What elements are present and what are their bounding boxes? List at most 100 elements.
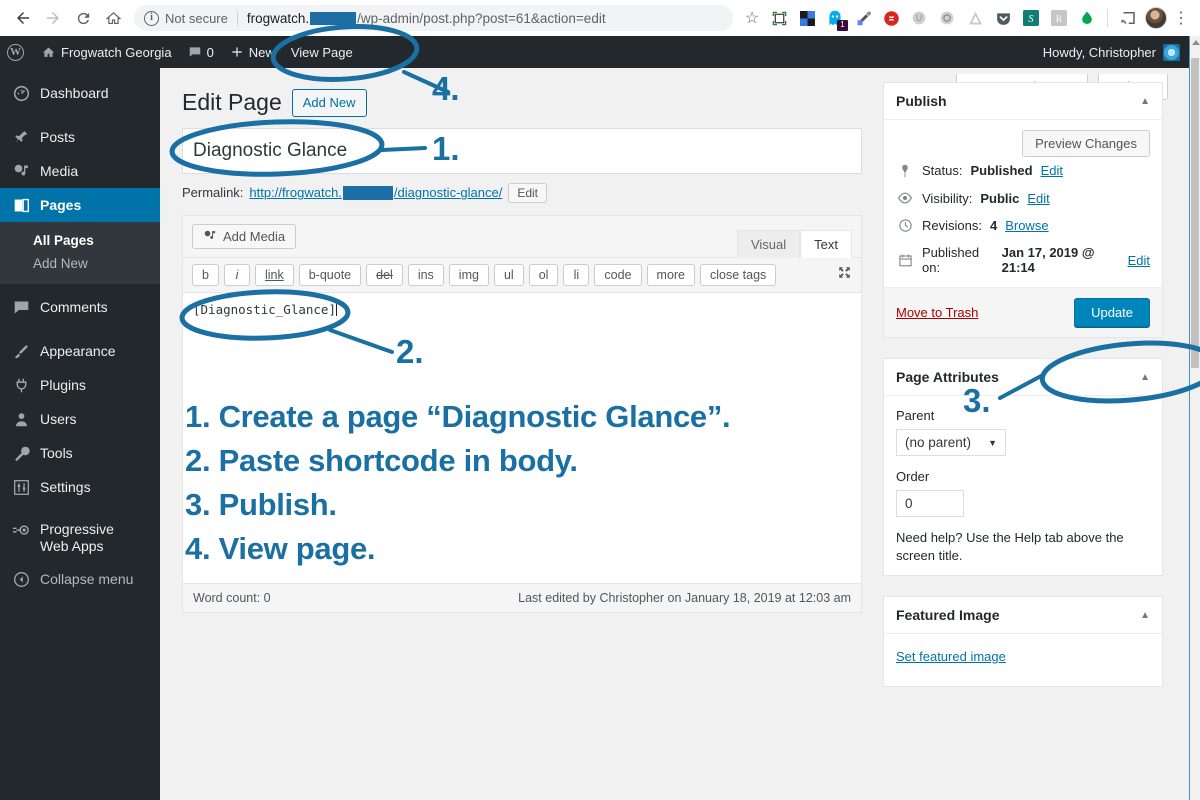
toggle-panel-icon[interactable]: ▲ bbox=[1140, 372, 1150, 383]
ublock-extension-icon[interactable]: U bbox=[906, 5, 932, 31]
publish-actions: Move to Trash Update bbox=[884, 287, 1162, 337]
stylish-extension-icon[interactable]: S bbox=[1018, 5, 1044, 31]
toggle-panel-icon[interactable]: ▲ bbox=[1140, 610, 1150, 621]
sidebar-item-add-new-page[interactable]: Add New bbox=[0, 252, 160, 275]
screenshot-extension-icon[interactable] bbox=[766, 5, 792, 31]
wordpress-logo-icon[interactable]: W bbox=[0, 36, 33, 68]
update-button[interactable]: Update bbox=[1074, 298, 1150, 327]
sliders-icon bbox=[11, 477, 31, 497]
scroll-up-arrow-icon[interactable] bbox=[1192, 40, 1200, 45]
publish-box-header[interactable]: Publish ▲ bbox=[884, 83, 1162, 120]
set-featured-image-link[interactable]: Set featured image bbox=[896, 649, 1006, 664]
address-bar[interactable]: i Not secure frogwatch. /wp-admin/post.p… bbox=[134, 5, 733, 31]
fullscreen-icon[interactable] bbox=[837, 265, 852, 285]
star-icon[interactable]: ☆ bbox=[739, 8, 765, 28]
adblock-extension-icon[interactable] bbox=[878, 5, 904, 31]
quicktag-ins[interactable]: ins bbox=[407, 263, 444, 286]
featured-image-header[interactable]: Featured Image ▲ bbox=[884, 597, 1162, 634]
sidebar-item-appearance[interactable]: Appearance bbox=[0, 334, 160, 368]
instruction-line-3: 3. Publish. bbox=[185, 487, 337, 522]
url-divider bbox=[236, 10, 238, 26]
page-title: Edit Page bbox=[182, 89, 282, 115]
visibility-edit-link[interactable]: Edit bbox=[1027, 191, 1049, 206]
move-to-trash-link[interactable]: Move to Trash bbox=[896, 305, 978, 320]
permalink-link[interactable]: http://frogwatch. /diagnostic-glance/ bbox=[249, 185, 502, 200]
toggle-panel-icon[interactable]: ▲ bbox=[1140, 96, 1150, 107]
tab-text[interactable]: Text bbox=[800, 229, 852, 258]
quicktag-del[interactable]: del bbox=[366, 263, 403, 286]
privacy-extension-icon[interactable] bbox=[934, 5, 960, 31]
reload-icon[interactable] bbox=[68, 3, 98, 33]
new-content-link[interactable]: New bbox=[222, 36, 283, 68]
green-drop-extension-icon[interactable] bbox=[1074, 5, 1100, 31]
edit-permalink-button[interactable]: Edit bbox=[508, 182, 548, 203]
featured-image-title: Featured Image bbox=[896, 607, 1000, 623]
sidebar-item-users[interactable]: Users bbox=[0, 402, 160, 436]
sidebar-item-tools[interactable]: Tools bbox=[0, 436, 160, 470]
home-icon[interactable] bbox=[98, 3, 128, 33]
avast-extension-icon[interactable] bbox=[962, 5, 988, 31]
quicktag-ul[interactable]: ul bbox=[493, 263, 524, 286]
sidebar-item-posts[interactable]: Posts bbox=[0, 120, 160, 154]
not-secure-info-icon[interactable]: i bbox=[144, 10, 159, 26]
cast-icon[interactable] bbox=[1115, 5, 1141, 31]
grey-r-extension-icon[interactable]: R bbox=[1046, 5, 1072, 31]
comments-link[interactable]: 0 bbox=[180, 36, 222, 68]
quicktag-li[interactable]: li bbox=[563, 263, 590, 286]
order-input[interactable]: 0 bbox=[896, 490, 964, 517]
security-label: Not secure bbox=[165, 10, 228, 26]
quicktag-link[interactable]: link bbox=[254, 263, 294, 286]
quicktag-more[interactable]: more bbox=[646, 263, 696, 286]
revisions-browse-link[interactable]: Browse bbox=[1005, 218, 1048, 233]
page-attributes-body: Parent (no parent) ▼ Order 0 Need help? … bbox=[884, 396, 1162, 575]
parent-select[interactable]: (no parent) ▼ bbox=[896, 429, 1006, 456]
quicktag-b[interactable]: b bbox=[192, 263, 219, 286]
add-new-page-button[interactable]: Add New bbox=[291, 88, 367, 118]
quicktag-code[interactable]: code bbox=[594, 263, 642, 286]
page-attributes-box: Page Attributes ▲ Parent (no parent) ▼ O… bbox=[883, 358, 1163, 576]
account-area[interactable]: Howdy, Christopher bbox=[1043, 36, 1190, 68]
forward-icon[interactable] bbox=[38, 3, 68, 33]
sidebar-item-comments[interactable]: Comments bbox=[0, 290, 160, 324]
tab-visual[interactable]: Visual bbox=[736, 229, 801, 258]
pixel-extension-icon[interactable] bbox=[794, 5, 820, 31]
media-icon bbox=[11, 161, 31, 181]
preview-changes-button[interactable]: Preview Changes bbox=[1022, 130, 1150, 157]
status-edit-link[interactable]: Edit bbox=[1041, 163, 1063, 178]
sidebar-item-label: Pages bbox=[40, 197, 82, 213]
new-label: New bbox=[248, 44, 275, 60]
page-attributes-header[interactable]: Page Attributes ▲ bbox=[884, 359, 1162, 396]
page-scrollbar[interactable] bbox=[1190, 36, 1200, 800]
permalink-prefix: http://frogwatch. bbox=[249, 185, 342, 201]
collapse-menu-button[interactable]: Collapse menu bbox=[0, 562, 160, 596]
site-name-link[interactable]: Frogwatch Georgia bbox=[33, 36, 180, 68]
published-on-edit-link[interactable]: Edit bbox=[1128, 253, 1150, 268]
sidebar-item-plugins[interactable]: Plugins bbox=[0, 368, 160, 402]
sidebar-item-all-pages[interactable]: All Pages bbox=[0, 229, 160, 252]
view-page-link[interactable]: View Page bbox=[283, 36, 361, 68]
kebab-menu-icon[interactable]: ⋮ bbox=[1170, 8, 1192, 28]
pocket-extension-icon[interactable] bbox=[990, 5, 1016, 31]
quicktag-img[interactable]: img bbox=[448, 263, 489, 286]
quicktag-ol[interactable]: ol bbox=[528, 263, 559, 286]
profile-avatar[interactable] bbox=[1143, 5, 1169, 31]
scrollbar-thumb[interactable] bbox=[1191, 58, 1199, 368]
quicktag-close-tags[interactable]: close tags bbox=[700, 263, 777, 286]
page-title-field[interactable]: Diagnostic Glance bbox=[182, 127, 862, 174]
quicktag-i[interactable]: i bbox=[223, 263, 250, 286]
sidebar-item-dashboard[interactable]: Dashboard bbox=[0, 76, 160, 110]
instruction-line-2: 2. Paste shortcode in body. bbox=[185, 443, 578, 478]
url-host: frogwatch. bbox=[246, 10, 310, 26]
back-icon[interactable] bbox=[8, 3, 38, 33]
add-media-button[interactable]: Add Media bbox=[192, 223, 297, 249]
quicktag-b-quote[interactable]: b-quote bbox=[298, 263, 362, 286]
sidebar-item-media[interactable]: Media bbox=[0, 154, 160, 188]
sidebar-item-pages[interactable]: Pages bbox=[0, 188, 160, 222]
colorzilla-extension-icon[interactable] bbox=[850, 5, 876, 31]
comment-count: 0 bbox=[206, 44, 214, 60]
site-name-label: Frogwatch Georgia bbox=[61, 44, 172, 60]
ghostery-extension-icon[interactable]: 1 bbox=[822, 5, 848, 31]
sidebar-item-progressive-web-apps[interactable]: Progressive Web Apps bbox=[0, 514, 160, 558]
visibility-row: Visibility: Public Edit bbox=[884, 184, 1162, 212]
sidebar-item-settings[interactable]: Settings bbox=[0, 470, 160, 504]
